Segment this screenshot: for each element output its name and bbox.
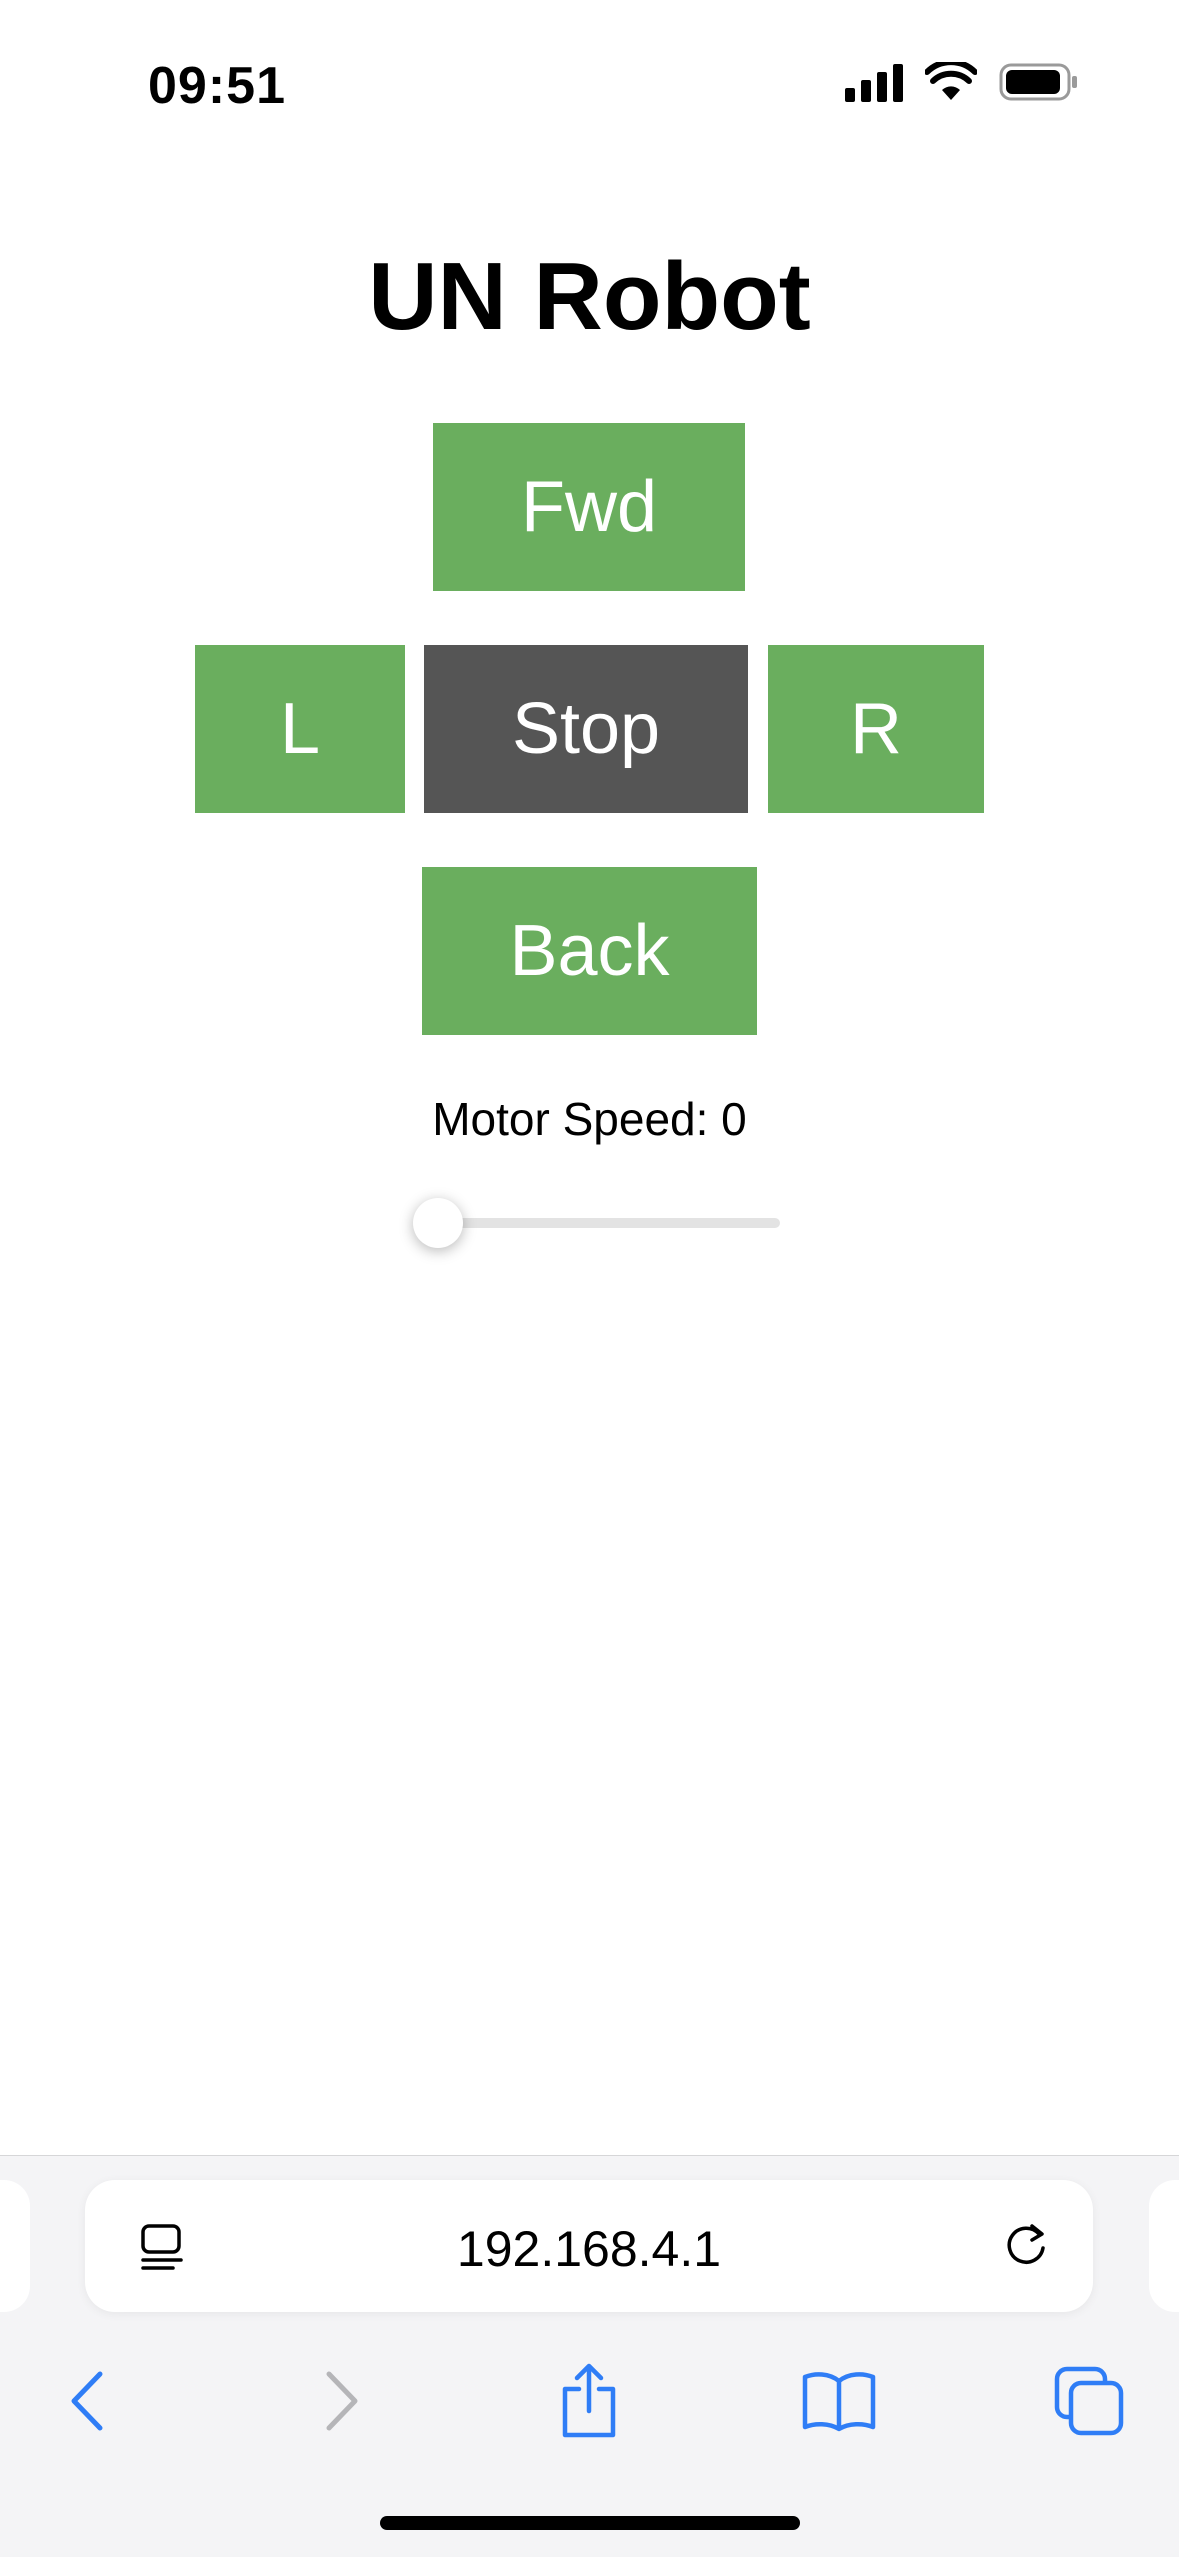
bookmarks-icon [802,2372,876,2432]
reload-icon[interactable] [999,2218,1055,2274]
share-icon [562,2363,616,2438]
url-text[interactable]: 192.168.4.1 [85,2220,1093,2278]
next-tab-peek[interactable] [1149,2180,1179,2312]
page-title: UN Robot [368,243,811,350]
back-icon [71,2371,103,2431]
left-button[interactable]: L [195,645,405,813]
stop-button[interactable]: Stop [424,645,748,813]
tabs-button[interactable] [1034,2346,1144,2456]
browser-toolbar [0,2346,1179,2456]
forward-button[interactable]: Fwd [433,423,745,591]
tabs-icon [1054,2366,1124,2436]
motor-speed-label: Motor Speed: 0 [432,1093,747,1145]
share-button[interactable] [534,2346,644,2456]
back-button[interactable]: Back [422,867,757,1035]
forward-icon [326,2371,358,2431]
bookmarks-button[interactable] [784,2346,894,2456]
status-time: 09:51 [148,57,286,115]
motor-speed-slider[interactable] [413,1198,780,1248]
slider-thumb[interactable] [413,1198,463,1248]
home-indicator [380,2516,800,2530]
back-nav-button[interactable] [32,2346,142,2456]
battery-icon [999,63,1077,101]
status-icons [845,62,1079,102]
wifi-icon [925,62,977,100]
right-button[interactable]: R [768,645,984,813]
cellular-signal-icon [845,62,903,102]
address-bar[interactable]: 192.168.4.1 [85,2180,1093,2312]
forward-nav-button[interactable] [287,2346,397,2456]
browser-bottom-bar: 192.168.4.1 [0,2155,1179,2557]
previous-tab-peek[interactable] [0,2180,30,2312]
